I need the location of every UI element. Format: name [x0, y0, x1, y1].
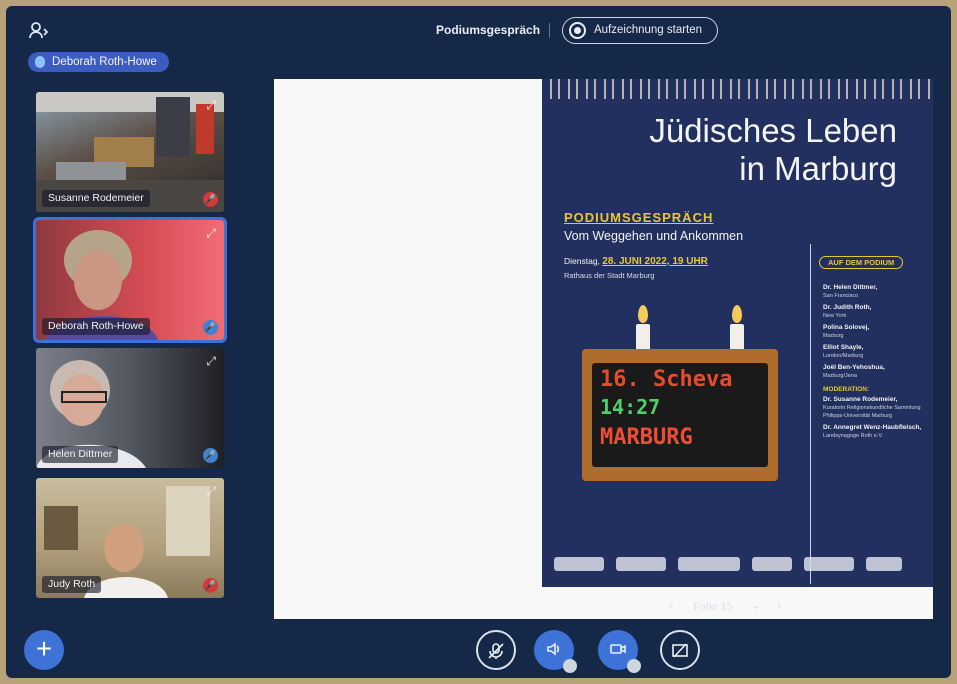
date-prefix: Dienstag, — [564, 256, 600, 266]
podium-label: AUF DEM PODIUM — [819, 256, 904, 269]
sponsor-logo — [554, 557, 604, 571]
chevron-right-icon[interactable]: › — [777, 598, 781, 612]
plus-icon[interactable]: + — [24, 630, 64, 670]
moderation-label: MODERATION: — [823, 386, 870, 393]
moderator-affiliation: Landsynagoge Roth e.V. — [823, 433, 884, 439]
slide-title: Jüdisches Leben in Marburg — [649, 112, 897, 188]
moderator-name: Dr. Susanne Rodemeier, — [823, 396, 898, 403]
meeting-title: Podiumsgespräch — [436, 23, 541, 37]
participant-name: Deborah Roth-Howe — [42, 318, 150, 335]
chevron-down-icon[interactable]: ⌄ — [751, 598, 761, 612]
sponsor-logo — [616, 557, 666, 571]
flame-left — [638, 305, 648, 323]
top-bar: Podiumsgespräch Aufzeichnung starten — [6, 6, 951, 58]
expand-icon[interactable]: ⤢ — [206, 98, 216, 113]
speaker-icon[interactable] — [534, 630, 577, 673]
moderator-affiliation: Kuratorin Religionskundliche Sammlung Ph… — [823, 405, 921, 419]
panelist-location: Marburg/Jena — [823, 373, 857, 379]
video-tile[interactable]: ⤢ Deborah Roth-Howe 🎤 — [33, 217, 227, 343]
podium-panel: AUF DEM PODIUM Dr. Helen Dittmer, San Fr… — [810, 244, 926, 584]
flame-right — [732, 305, 742, 323]
presentation-area: Jüdisches Leben in Marburg PODIUMSGESPRÄ… — [274, 79, 933, 619]
mic-icon — [35, 56, 45, 68]
video-tile[interactable]: ⤢ Judy Roth 🎤 — [36, 478, 224, 598]
video-tile[interactable]: ⤢ Helen Dittmer 🎤 — [36, 348, 224, 468]
title-divider — [549, 23, 550, 38]
sponsor-logo — [866, 557, 902, 571]
record-label: Aufzeichnung starten — [594, 24, 703, 36]
slide-poster: Jüdisches Leben in Marburg PODIUMSGESPRÄ… — [542, 79, 933, 587]
start-recording-button[interactable]: Aufzeichnung starten — [562, 17, 718, 44]
panelist-location: San Francisco — [823, 293, 859, 299]
sponsor-logos — [554, 557, 914, 577]
video-settings-badge — [627, 659, 641, 673]
audio-settings-badge — [563, 659, 577, 673]
slide-date: Dienstag, 28. JUNI 2022, 19 UHR — [564, 256, 708, 267]
slide-number-select[interactable]: Folie 15 — [693, 599, 733, 614]
slide-tagline: Vom Weggehen und Ankommen — [564, 229, 744, 243]
clock-line1: 16. Scheva — [600, 367, 733, 392]
slide-subtitle: PODIUMSGESPRÄCH — [564, 210, 714, 225]
meeting-screen: Podiumsgespräch Aufzeichnung starten Deb… — [6, 6, 951, 678]
users-icon[interactable] — [28, 20, 50, 42]
presenter-badge: Deborah Roth-Howe — [28, 52, 169, 72]
expand-icon[interactable]: ⤢ — [206, 484, 216, 499]
participant-name: Helen Dittmer — [42, 446, 119, 463]
camera-icon[interactable] — [598, 630, 641, 673]
expand-icon[interactable]: ⤢ — [206, 354, 216, 369]
sponsor-logo — [678, 557, 740, 571]
panelist-list: Dr. Helen Dittmer, San Francisco Dr. Jud… — [823, 284, 929, 444]
panelist-name: Dr. Judith Roth, — [823, 304, 872, 311]
expand-icon[interactable]: ⤢ — [206, 226, 216, 241]
panelist-name: Elliot Shayle, — [823, 344, 864, 351]
date-value: 28. JUNI 2022, 19 UHR — [602, 256, 708, 267]
participant-name: Susanne Rodemeier — [42, 190, 150, 207]
sabbath-clock: 16. Scheva 14:27 MARBURG — [582, 349, 778, 481]
clock-line3: MARBURG — [600, 425, 693, 450]
mic-off-icon[interactable] — [476, 630, 516, 670]
participant-name: Judy Roth — [42, 576, 102, 593]
panelist-name: Polina Solovej, — [823, 324, 870, 331]
mic-muted-icon: 🎤 — [203, 192, 218, 207]
panelist-location: Marburg — [823, 333, 844, 339]
sponsor-logo — [804, 557, 854, 571]
record-icon — [569, 22, 586, 39]
poster-pattern — [542, 79, 933, 99]
presenter-name: Deborah Roth-Howe — [52, 56, 157, 68]
mic-icon: 🎤 — [203, 448, 218, 463]
sponsor-logo — [752, 557, 792, 571]
mic-icon: 🎤 — [203, 320, 218, 335]
panelist-location: New York — [823, 313, 847, 319]
chevron-left-icon[interactable]: ‹ — [669, 598, 673, 612]
slide-place: Rathaus der Stadt Marburg — [564, 271, 655, 280]
slide-title-line1: Jüdisches Leben — [649, 112, 897, 149]
panelist-location: London/Marburg — [823, 353, 864, 359]
clock-display: 16. Scheva 14:27 MARBURG — [592, 363, 768, 467]
mic-muted-icon: 🎤 — [203, 578, 218, 593]
moderator-name: Dr. Annegret Wenz-Haubfleisch, — [823, 424, 922, 431]
video-tile[interactable]: ⤢ Susanne Rodemeier 🎤 — [36, 92, 224, 212]
slide-title-line2: in Marburg — [739, 150, 897, 187]
clock-line2: 14:27 — [600, 395, 661, 419]
screenshare-off-icon[interactable] — [660, 630, 700, 670]
panelist-name: Dr. Helen Dittmer, — [823, 284, 878, 291]
panelist-name: Joël Ben-Yehoshua, — [823, 364, 885, 371]
